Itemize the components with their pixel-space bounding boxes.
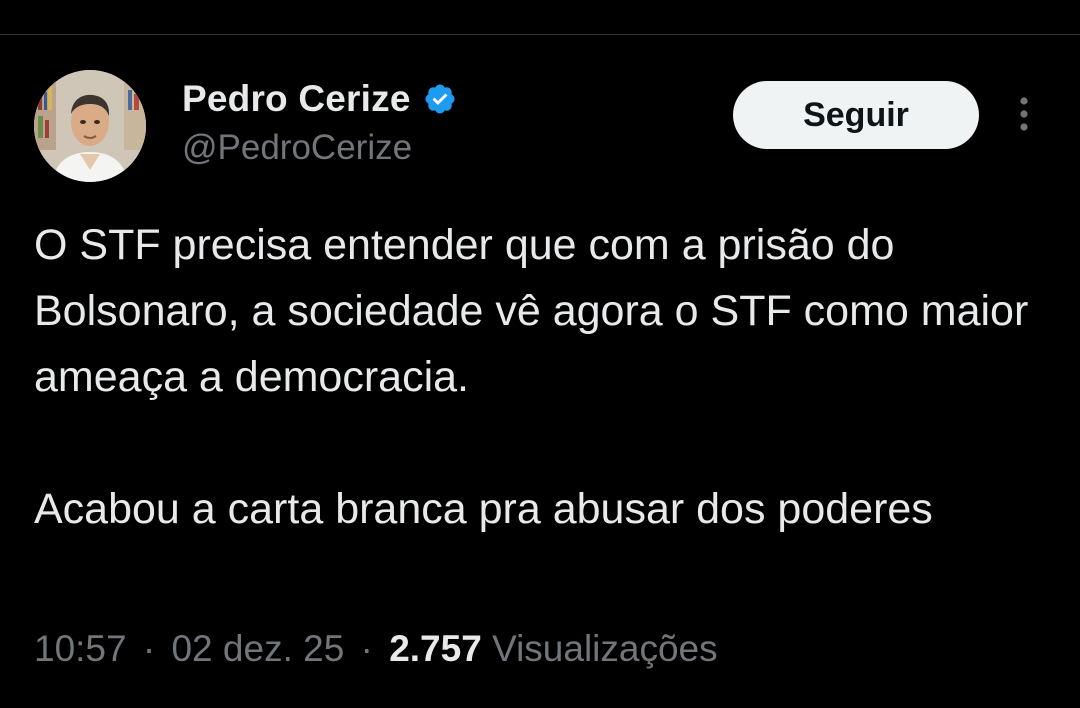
verified-badge-icon[interactable]: [423, 82, 457, 116]
author-handle[interactable]: @PedroCerize: [182, 128, 457, 168]
tweet-meta: 10:57 · 02 dez. 25 · 2.757 Visualizações: [34, 628, 718, 670]
tweet-text: O STF precisa entender que com a prisão …: [34, 212, 1044, 542]
tweet-paragraph: O STF precisa entender que com a prisão …: [34, 221, 1029, 401]
views-count[interactable]: 2.757: [389, 628, 482, 669]
more-vertical-icon[interactable]: [1014, 95, 1034, 135]
tweet-time[interactable]: 10:57: [34, 628, 127, 669]
author-display-name[interactable]: Pedro Cerize: [182, 78, 411, 120]
views-label[interactable]: Visualizações: [492, 628, 718, 669]
top-divider: [0, 34, 1080, 35]
follow-button[interactable]: Seguir: [733, 81, 979, 149]
meta-separator: ·: [360, 628, 373, 669]
meta-separator: ·: [142, 628, 156, 669]
tweet-date[interactable]: 02 dez. 25: [171, 628, 344, 669]
author-name-row: Pedro Cerize: [182, 76, 457, 122]
tweet-paragraph: Acabou a carta branca pra abusar dos pod…: [34, 485, 933, 533]
author-block: Pedro Cerize @PedroCerize: [182, 76, 457, 168]
profile-photo-icon: [34, 70, 146, 182]
author-avatar[interactable]: [34, 70, 146, 182]
